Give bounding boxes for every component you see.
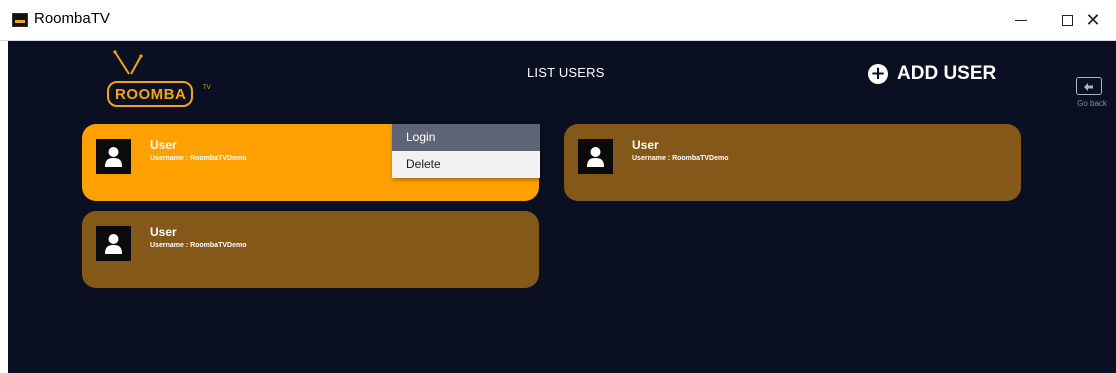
user-silhouette-icon: [105, 234, 122, 254]
user-context-menu: Login Delete: [392, 124, 540, 178]
avatar: [578, 139, 613, 174]
user-card[interactable]: User Username : RoombaTVDemo: [564, 124, 1021, 201]
close-button[interactable]: ✕: [1070, 0, 1116, 41]
minimize-button[interactable]: [998, 0, 1044, 41]
antenna-icon: [113, 50, 143, 75]
user-username: Username : RoombaTVDemo: [150, 242, 247, 249]
go-back-label: Go back: [1077, 99, 1107, 108]
user-card[interactable]: User Username : RoombaTVDemo: [82, 211, 539, 288]
roomba-logo: ROOMBA TV: [107, 48, 227, 108]
user-name: User: [150, 138, 177, 152]
menu-item-delete[interactable]: Delete: [392, 151, 540, 178]
app-icon: [12, 13, 28, 27]
user-silhouette-icon: [587, 147, 604, 167]
user-silhouette-icon: [105, 147, 122, 167]
user-name: User: [150, 225, 177, 239]
page-title: LIST USERS: [527, 65, 605, 80]
window-title: RoombaTV: [34, 10, 110, 27]
minimize-icon: [1015, 20, 1027, 21]
avatar: [96, 226, 131, 261]
add-user-label: ADD USER: [897, 63, 997, 84]
add-user-button[interactable]: + ADD USER: [868, 63, 996, 85]
menu-item-login[interactable]: Login: [392, 124, 540, 151]
user-name: User: [632, 138, 659, 152]
title-bar: RoombaTV ✕: [0, 0, 1116, 41]
avatar: [96, 139, 131, 174]
go-back-icon: [1076, 77, 1102, 95]
back-arrow-icon: [1084, 83, 1093, 91]
app-content: ROOMBA TV LIST USERS + ADD USER Go back …: [8, 41, 1116, 373]
logo-text: ROOMBA: [107, 81, 194, 107]
logo-trademark: TV: [203, 85, 211, 91]
plus-circle-icon: +: [868, 64, 888, 84]
close-icon: ✕: [1085, 10, 1101, 31]
user-username: Username : RoombaTVDemo: [150, 155, 247, 162]
user-username: Username : RoombaTVDemo: [632, 155, 729, 162]
